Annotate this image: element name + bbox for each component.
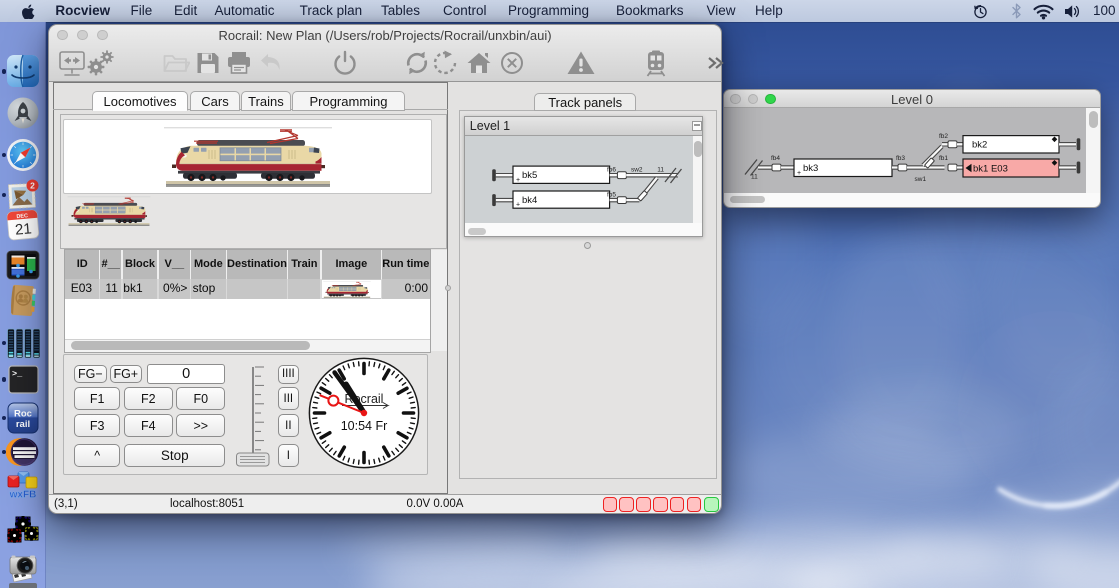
svg-text:11: 11	[657, 166, 664, 173]
svg-text:bk4: bk4	[522, 194, 537, 205]
svg-text:fb5: fb5	[607, 191, 616, 198]
svg-text:21: 21	[14, 220, 32, 238]
svg-text:+: +	[516, 176, 520, 183]
svg-text:bk2: bk2	[972, 139, 987, 150]
svg-text:fb6: fb6	[607, 166, 616, 173]
svg-text:+: +	[516, 201, 520, 208]
svg-text:fb4: fb4	[771, 155, 780, 162]
svg-text:>_: >_	[12, 369, 23, 379]
svg-text:DEC: DEC	[16, 213, 28, 220]
svg-text:fb1: fb1	[939, 155, 948, 162]
svg-text:+: +	[797, 170, 801, 177]
svg-text:bk1 E03: bk1 E03	[973, 163, 1008, 174]
svg-text:sw1: sw1	[915, 176, 927, 183]
svg-text:wxFB: wxFB	[9, 490, 37, 501]
svg-text:bk3: bk3	[803, 163, 818, 174]
svg-text:fb3: fb3	[896, 155, 905, 162]
svg-text:11: 11	[751, 173, 758, 180]
svg-text:10:54 Fr: 10:54 Fr	[341, 419, 388, 433]
svg-text:2: 2	[30, 180, 35, 190]
svg-text:Roc: Roc	[14, 408, 32, 419]
svg-text:fb2: fb2	[939, 132, 948, 139]
svg-text:sw2: sw2	[631, 166, 643, 173]
svg-text:rail: rail	[16, 419, 30, 430]
svg-text:bk5: bk5	[522, 170, 537, 181]
